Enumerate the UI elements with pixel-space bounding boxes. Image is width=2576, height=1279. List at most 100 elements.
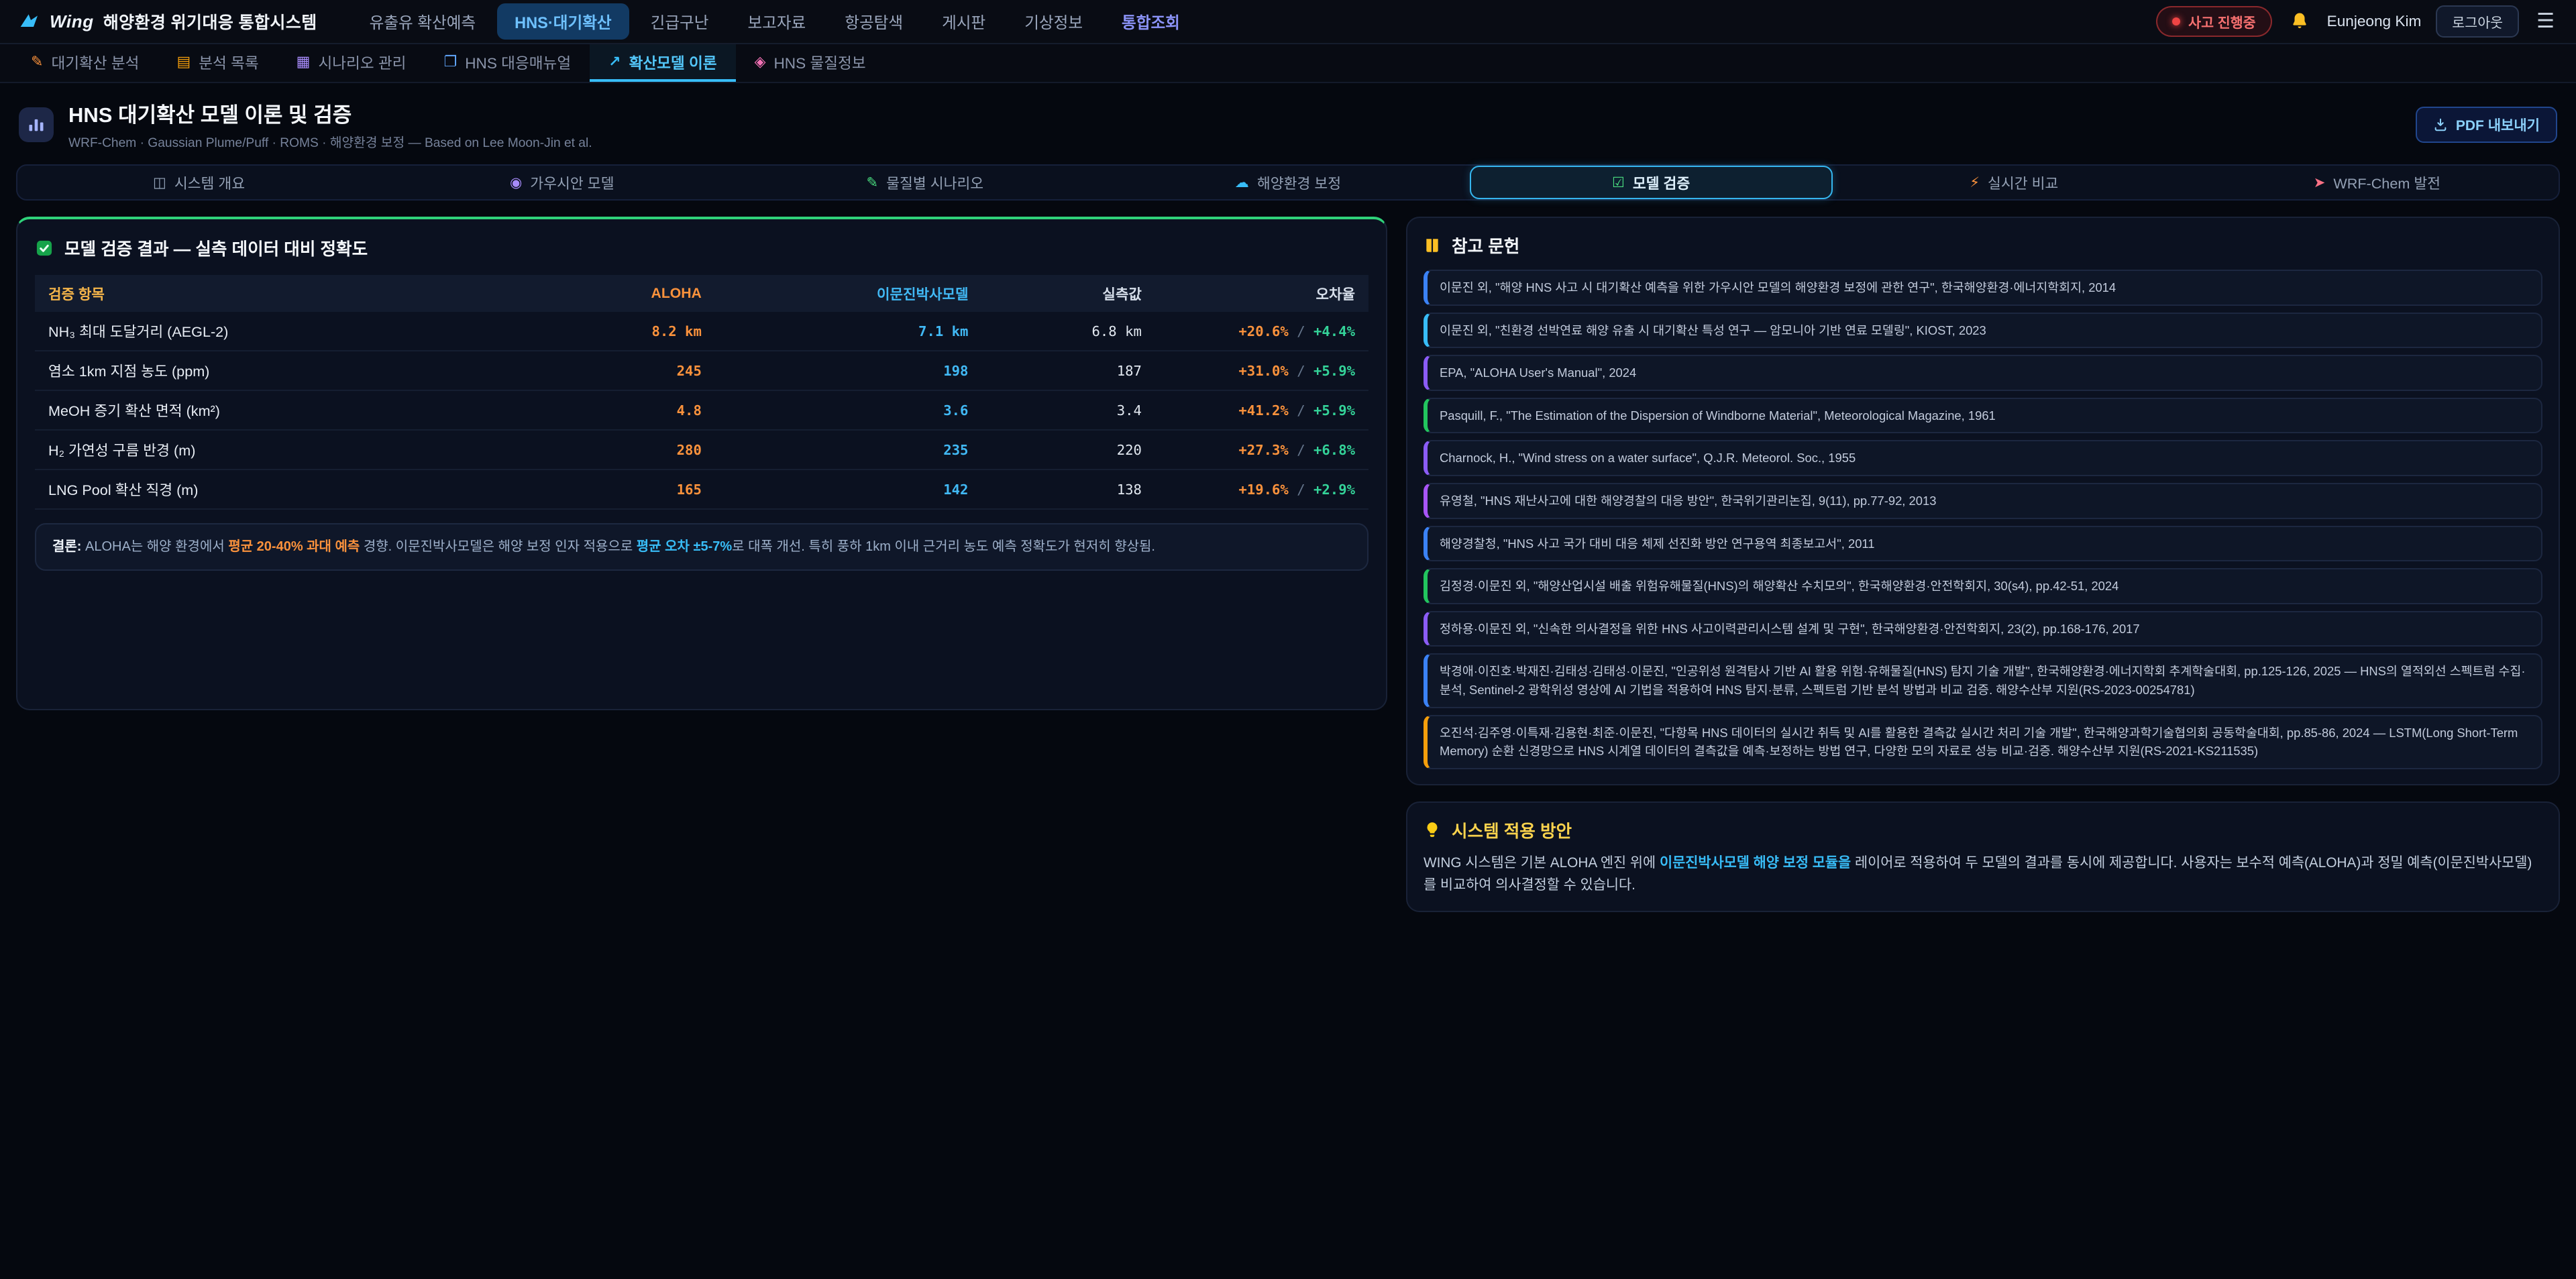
application-segment: WING 시스템은 기본 ALOHA 엔진 위에 bbox=[1424, 855, 1660, 871]
subnav-item-label: 확산모델 이론 bbox=[629, 51, 717, 73]
main-nav-item[interactable]: 기상정보 bbox=[1007, 3, 1100, 40]
main-nav-item[interactable]: 긴급구난 bbox=[633, 3, 727, 40]
validation-card-title: 모델 검증 결과 — 실측 데이터 대비 정확도 bbox=[35, 235, 1368, 260]
conclusion-segment: 평균 오차 ±5-7% bbox=[637, 539, 732, 554]
main-nav-item[interactable]: HNS·대기확산 bbox=[497, 3, 629, 40]
tab-item[interactable]: ⚡실시간 비교 bbox=[1833, 166, 2196, 199]
subnav-item[interactable]: ◈ HNS 물질정보 bbox=[736, 44, 885, 82]
tab-item[interactable]: ☁해양환경 보정 bbox=[1106, 166, 1469, 199]
logout-button[interactable]: 로그아웃 bbox=[2436, 5, 2519, 38]
flask-icon: ◈ bbox=[755, 54, 766, 69]
application-title-text: 시스템 적용 방안 bbox=[1452, 818, 1572, 842]
aloha-error-value: +27.3% bbox=[1238, 442, 1288, 458]
aloha-error-value: +19.6% bbox=[1238, 482, 1288, 498]
reference-item[interactable]: EPA, "ALOHA User's Manual", 2024 bbox=[1424, 355, 2542, 391]
app-brand[interactable]: Wing 해양환경 위기대응 통합시스템 bbox=[19, 9, 317, 34]
main-nav-item[interactable]: 항공탐색 bbox=[827, 3, 920, 40]
aloha-value-cell: 245 bbox=[515, 351, 715, 390]
book-icon bbox=[1424, 237, 1441, 254]
measured-value-cell: 220 bbox=[981, 430, 1155, 469]
main-nav-item[interactable]: 유출유 확산예측 bbox=[352, 3, 494, 40]
references-card: 참고 문헌 이문진 외, "해양 HNS 사고 시 대기확산 예측을 위한 가우… bbox=[1406, 217, 2560, 785]
lee-model-value-cell: 142 bbox=[715, 469, 982, 509]
tab-item[interactable]: ◫시스템 개요 bbox=[17, 166, 380, 199]
page-subtitle: WRF-Chem · Gaussian Plume/Puff · ROMS · … bbox=[68, 132, 592, 151]
main-nav-item[interactable]: 보고자료 bbox=[730, 3, 823, 40]
tab-item[interactable]: ➤WRF-Chem 발전 bbox=[2196, 166, 2559, 199]
error-rate-cell: +41.2% / +5.9% bbox=[1155, 390, 1368, 430]
reference-item[interactable]: 오진석·김주영·이특재·김용현·최준·이문진, "다항목 HNS 데이터의 실시… bbox=[1424, 715, 2542, 769]
menu-button[interactable]: ☰ bbox=[2534, 9, 2557, 34]
pencil-icon: ✎ bbox=[31, 54, 43, 69]
conclusion-segment: ALOHA는 해양 환경에서 bbox=[81, 539, 228, 554]
reference-item[interactable]: Pasquill, F., "The Estimation of the Dis… bbox=[1424, 398, 2542, 434]
tab-label: 시스템 개요 bbox=[174, 172, 245, 193]
primary-nav: 유출유 확산예측HNS·대기확산긴급구난보고자료항공탐색게시판기상정보통합조회 bbox=[352, 3, 1197, 40]
error-separator: / bbox=[1289, 323, 1313, 339]
user-name: Eunjeong Kim bbox=[2327, 13, 2422, 30]
pdf-export-label: PDF 내보내기 bbox=[2456, 115, 2540, 135]
reference-item[interactable]: 이문진 외, "해양 HNS 사고 시 대기확산 예측을 위한 가우시안 모델의… bbox=[1424, 270, 2542, 306]
list-icon: ▤ bbox=[176, 54, 191, 69]
incident-status-badge[interactable]: 사고 진행중 bbox=[2156, 6, 2271, 37]
tab-active[interactable]: ☑모델 검증 bbox=[1470, 166, 1833, 199]
reference-item[interactable]: 정하용·이문진 외, "신속한 의사결정을 위한 HNS 사고이력관리시스템 설… bbox=[1424, 611, 2542, 647]
tab-label: WRF-Chem 발전 bbox=[2333, 172, 2440, 193]
metric-name-cell: 염소 1km 지점 농도 (ppm) bbox=[35, 351, 515, 390]
error-separator: / bbox=[1289, 402, 1313, 419]
hamburger-icon: ☰ bbox=[2536, 11, 2555, 32]
column-header: ALOHA bbox=[515, 275, 715, 312]
notifications-button[interactable] bbox=[2287, 9, 2312, 34]
tab-item[interactable]: ✎물질별 시나리오 bbox=[743, 166, 1106, 199]
page-header-text: HNS 대기확산 모델 이론 및 검증 WRF-Chem · Gaussian … bbox=[68, 98, 592, 151]
reference-item[interactable]: 이문진 외, "친환경 선박연료 해양 유출 시 대기확산 특성 연구 — 암모… bbox=[1424, 313, 2542, 349]
measured-value-cell: 138 bbox=[981, 469, 1155, 509]
main-nav-item[interactable]: 통합조회 bbox=[1104, 3, 1197, 40]
reference-item[interactable]: 김정경·이문진 외, "해양산업시설 배출 위험유해물질(HNS)의 해양확산 … bbox=[1424, 568, 2542, 604]
subnav-item[interactable]: ❐HNS 대응매뉴얼 bbox=[425, 44, 590, 82]
check-icon: ☑ bbox=[1612, 176, 1625, 190]
subnav-item[interactable]: ✎대기확산 분석 bbox=[12, 44, 158, 82]
application-segment: 이문진박사모델 해양 보정 모듈을 bbox=[1660, 855, 1851, 871]
lee-error-value: +5.9% bbox=[1313, 402, 1355, 419]
main-content: 모델 검증 결과 — 실측 데이터 대비 정확도 검증 항목ALOHA이문진박사… bbox=[0, 201, 2576, 928]
metric-name-cell: NH₃ 최대 도달거리 (AEGL-2) bbox=[35, 312, 515, 351]
metric-name-cell: H₂ 가연성 구름 반경 (m) bbox=[35, 430, 515, 469]
reference-item[interactable]: 해양경찰청, "HNS 사고 국가 대비 대응 체제 선진화 방안 연구용역 최… bbox=[1424, 526, 2542, 562]
tab-item[interactable]: ◉가우시안 모델 bbox=[380, 166, 743, 199]
subnav-item[interactable]: ▦시나리오 관리 bbox=[278, 44, 425, 82]
references-title-text: 참고 문헌 bbox=[1452, 233, 1519, 258]
aloha-error-value: +41.2% bbox=[1238, 402, 1288, 419]
column-header: 검증 항목 bbox=[35, 275, 515, 312]
pdf-export-button[interactable]: PDF 내보내기 bbox=[2416, 107, 2557, 143]
lee-error-value: +4.4% bbox=[1313, 323, 1355, 339]
subnav-item-label: 분석 목록 bbox=[199, 51, 258, 73]
error-separator: / bbox=[1289, 363, 1313, 379]
conclusion-segment: 로 대폭 개선. 특히 풍하 1km 이내 근거리 농도 예측 정확도가 현저히… bbox=[732, 539, 1155, 554]
reference-item[interactable]: 박경애·이진호·박재진·김태성·김태성·이문진, "인공위성 원격탐사 기반 A… bbox=[1424, 653, 2542, 708]
table-row: H₂ 가연성 구름 반경 (m)280235220+27.3% / +6.8% bbox=[35, 430, 1368, 469]
main-nav-item[interactable]: 게시판 bbox=[924, 3, 1003, 40]
page-header: HNS 대기확산 모델 이론 및 검증 WRF-Chem · Gaussian … bbox=[0, 83, 2576, 162]
validation-table-header: 검증 항목ALOHA이문진박사모델실측값오차율 bbox=[35, 275, 1368, 312]
reference-item[interactable]: Charnock, H., "Wind stress on a water su… bbox=[1424, 440, 2542, 476]
application-card: 시스템 적용 방안 WING 시스템은 기본 ALOHA 엔진 위에 이문진박사… bbox=[1406, 801, 2560, 913]
reference-item[interactable]: 유영철, "HNS 재난사고에 대한 해양경찰의 대응 방안", 한국위기관리논… bbox=[1424, 483, 2542, 519]
aloha-value-cell: 165 bbox=[515, 469, 715, 509]
column-header: 오차율 bbox=[1155, 275, 1368, 312]
page-header-icon bbox=[19, 107, 54, 142]
subnav-item[interactable]: ▤ 분석 목록 bbox=[158, 44, 277, 82]
subnav-item-label: HNS 물질정보 bbox=[773, 51, 865, 73]
bell-icon bbox=[2290, 11, 2310, 32]
bolt-icon: ⚡ bbox=[1970, 176, 1980, 190]
conclusion-segment: 경향. 이문진박사모델은 해양 보정 인자 적용으로 bbox=[360, 539, 636, 554]
validation-title-text: 모델 검증 결과 — 실측 데이터 대비 정확도 bbox=[64, 235, 368, 260]
error-rate-cell: +27.3% / +6.8% bbox=[1155, 430, 1368, 469]
top-navigation: Wing 해양환경 위기대응 통합시스템 유출유 확산예측HNS·대기확산긴급구… bbox=[0, 0, 2576, 44]
subnav-item-label: 시나리오 관리 bbox=[318, 51, 406, 73]
conclusion-segment: 평균 20-40% 과대 예측 bbox=[228, 539, 360, 554]
column-header: 실측값 bbox=[981, 275, 1155, 312]
error-separator: / bbox=[1289, 442, 1313, 458]
subnav-item[interactable]: ↗확산모델 이론 bbox=[590, 44, 735, 82]
aloha-value-cell: 280 bbox=[515, 430, 715, 469]
